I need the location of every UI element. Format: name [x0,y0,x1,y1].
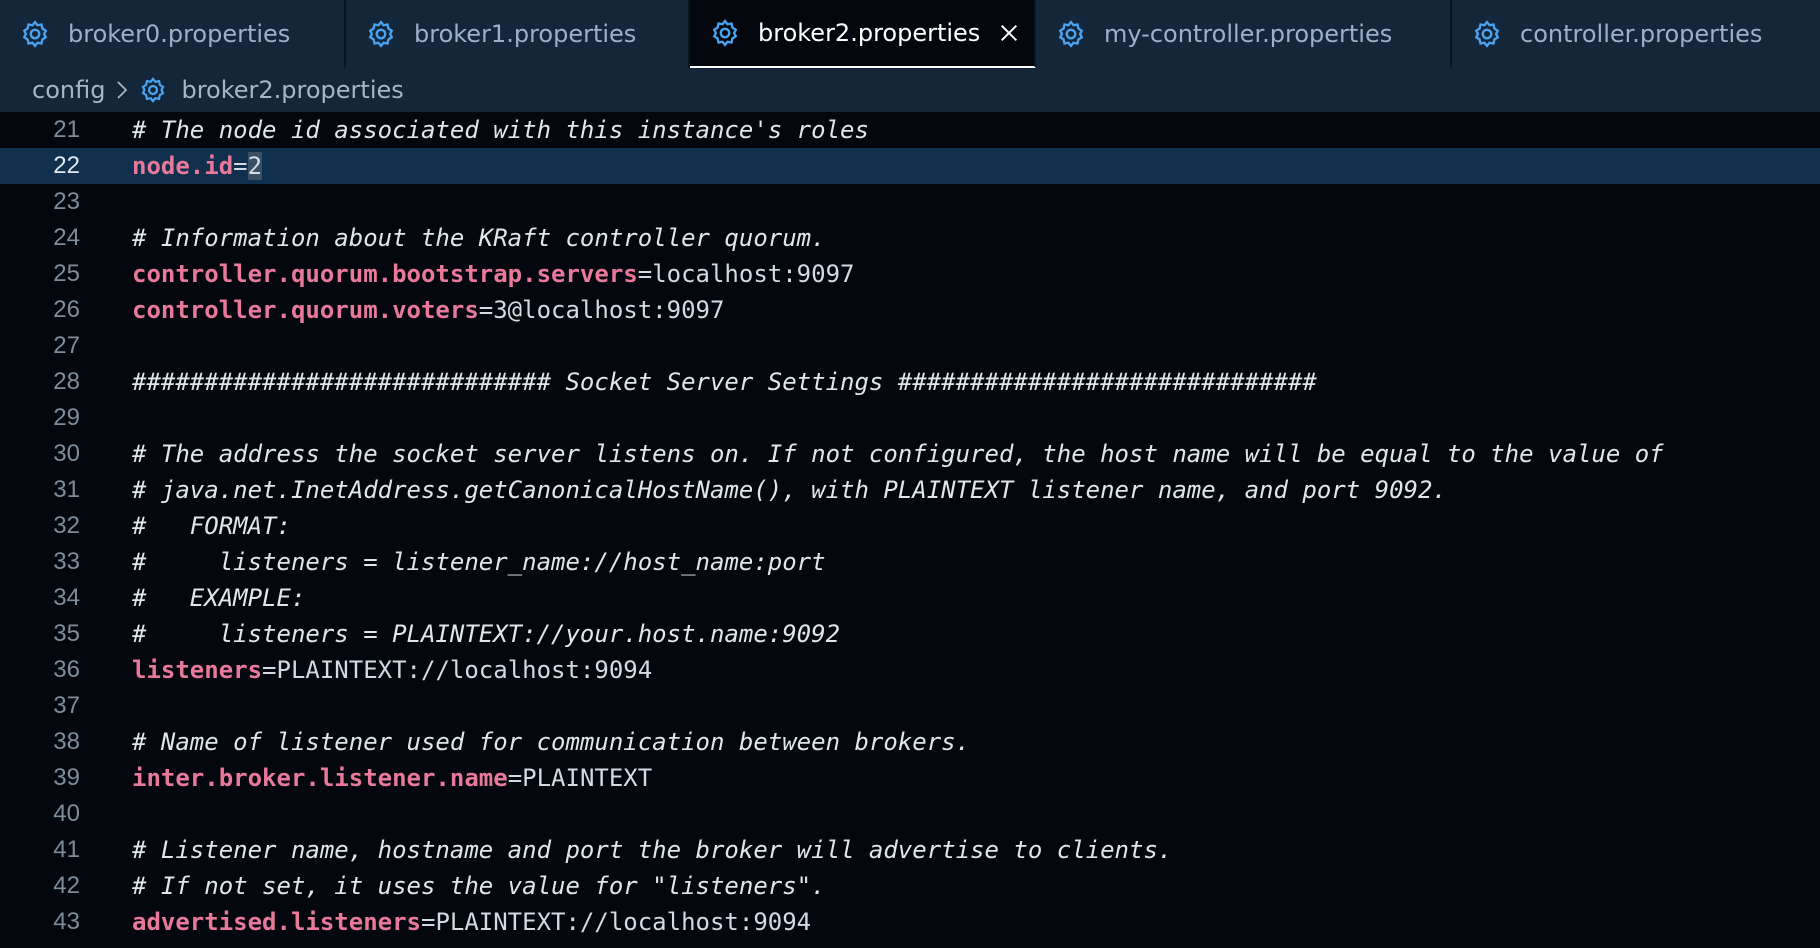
line-number: 38 [53,728,80,755]
tab-bar: broker0.properties broker1.properties br… [0,0,1820,68]
comment-text: ############################# Socket Ser… [132,368,1317,396]
comment-text: # If not set, it uses the value for "lis… [132,872,826,900]
code-line: 27 [0,328,1820,364]
line-number: 26 [53,296,80,323]
tab-label: controller.properties [1520,20,1763,48]
tab-broker2-properties[interactable]: broker2.properties [690,0,1036,68]
code-line: 40 [0,796,1820,832]
line-number: 33 [53,548,80,575]
code-line: 35 # listeners = PLAINTEXT://your.host.na… [0,616,1820,652]
property-key: advertised.listeners [132,908,421,936]
line-number: 21 [53,116,80,143]
tab-controller-properties[interactable]: controller.properties [1452,0,1820,68]
comment-text: # The node id associated with this insta… [132,116,869,144]
property-value: PLAINTEXT://localhost:9094 [435,908,812,936]
tab-label: broker1.properties [414,20,637,48]
code-line: 30 # The address the socket server listen… [0,436,1820,472]
code-line: 37 [0,688,1820,724]
tab-broker0-properties[interactable]: broker0.properties [0,0,346,68]
equals-sign: = [262,656,277,684]
line-number: 39 [53,764,80,791]
gear-icon [1058,20,1084,48]
code-line: 23 [0,184,1820,220]
code-line: 32 # FORMAT: [0,508,1820,544]
chevron-right-icon [117,81,128,99]
property-key: listeners [132,656,263,684]
code-line: 29 [0,400,1820,436]
line-number: 23 [53,188,80,215]
line-number: 43 [53,908,80,935]
comment-text: # FORMAT: [132,512,291,540]
comment-text: # listeners = listener_name://host_name:… [132,548,826,576]
breadcrumb-file[interactable]: broker2.properties [181,76,403,104]
property-value: PLAINTEXT [522,764,653,792]
line-number: 32 [53,512,80,539]
line-number: 30 [53,440,80,467]
code-line: 39 inter.broker.listener.name=PLAINTEXT [0,760,1820,796]
line-number: 31 [53,476,80,503]
comment-text: # EXAMPLE: [132,584,306,612]
property-value: 3@localhost:9097 [493,296,725,324]
line-number: 22 [53,152,80,179]
property-key: controller.quorum.voters [132,296,479,324]
code-line: 25 controller.quorum.bootstrap.servers=lo… [0,256,1820,292]
code-editor[interactable]: 21 # The node id associated with this ins… [0,112,1820,948]
code-line: 41 # Listener name, hostname and port the… [0,832,1820,868]
comment-text: # listeners = PLAINTEXT://your.host.name… [132,620,841,648]
line-number: 36 [53,656,80,683]
line-number: 35 [53,620,80,647]
tab-label: broker0.properties [68,20,291,48]
code-line: 31 # java.net.InetAddress.getCanonicalHos… [0,472,1820,508]
code-line: 28 ############################# Socket S… [0,364,1820,400]
comment-text: # Information about the KRaft controller… [132,224,826,252]
comment-text: # java.net.InetAddress.getCanonicalHostN… [132,476,1447,504]
line-number: 42 [53,872,80,899]
property-value: PLAINTEXT://localhost:9094 [276,656,653,684]
equals-sign: = [233,152,248,180]
gear-icon [368,20,394,48]
comment-text: # Name of listener used for communicatio… [132,728,971,756]
code-line-active: 22 node.id=2 [0,148,1820,184]
equals-sign: = [420,908,436,936]
line-number: 37 [53,692,80,719]
code-line: 21 # The node id associated with this ins… [0,112,1820,148]
gear-icon [1474,20,1500,48]
property-value: localhost:9097 [652,260,855,288]
code-line: 38 # Name of listener used for communicat… [0,724,1820,760]
line-number: 34 [53,584,80,611]
line-number: 41 [53,836,80,863]
code-line: 42 # If not set, it uses the value for "l… [0,868,1820,904]
equals-sign: = [478,296,494,324]
tab-label: broker2.properties [758,19,981,47]
code-line: 24 # Information about the KRaft controll… [0,220,1820,256]
tab-my-controller-properties[interactable]: my-controller.properties [1036,0,1452,68]
property-key: node.id [132,152,234,180]
line-number: 25 [53,260,80,287]
code-line: 26 controller.quorum.voters=3@localhost:9… [0,292,1820,328]
line-number: 27 [53,332,80,359]
code-line: 36 listeners=PLAINTEXT://localhost:9094 [0,652,1820,688]
equals-sign: = [507,764,523,792]
code-line: 33 # listeners = listener_name://host_nam… [0,544,1820,580]
equals-sign: = [637,260,653,288]
line-number: 40 [53,800,80,827]
comment-text: # Listener name, hostname and port the b… [132,836,1173,864]
code-line: 43 advertised.listeners=PLAINTEXT://local… [0,904,1820,940]
breadcrumb: config broker2.properties [0,68,1820,112]
gear-icon [712,19,738,47]
tab-broker1-properties[interactable]: broker1.properties [346,0,690,68]
property-key: inter.broker.listener.name [132,764,508,792]
breadcrumb-folder[interactable]: config [32,76,105,104]
gear-icon [141,77,165,103]
line-number: 29 [53,404,80,431]
gear-icon [22,20,48,48]
tab-label: my-controller.properties [1104,20,1393,48]
code-line: 34 # EXAMPLE: [0,580,1820,616]
property-key: controller.quorum.bootstrap.servers [132,260,638,288]
line-number: 28 [53,368,80,395]
close-icon[interactable] [998,22,1020,44]
comment-text: # The address the socket server listens … [132,440,1664,468]
line-number: 24 [53,224,80,251]
property-value: 2 [247,152,263,180]
